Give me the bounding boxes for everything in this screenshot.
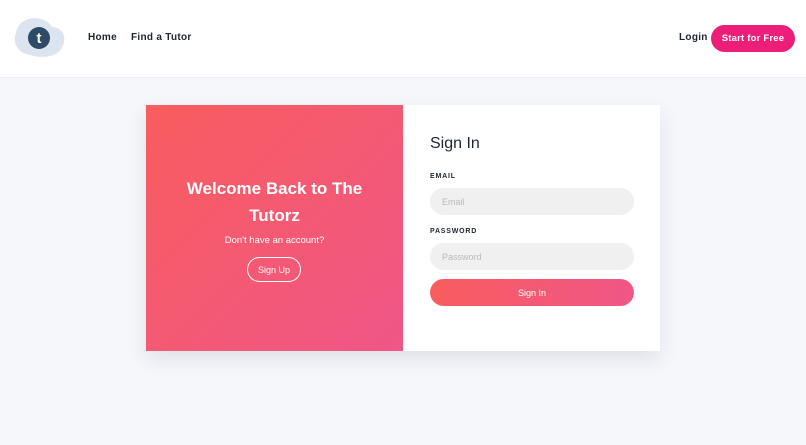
- password-input[interactable]: [430, 243, 634, 270]
- welcome-heading: Welcome Back to The Tutorz: [186, 179, 363, 225]
- nav-home-link[interactable]: Home: [88, 32, 117, 43]
- tutorz-logo[interactable]: t: [14, 17, 66, 57]
- sign-up-button[interactable]: Sign Up: [247, 257, 301, 282]
- no-account-text: Don't have an account?: [224, 235, 325, 246]
- nav-find-tutor-link[interactable]: Find a Tutor: [131, 32, 192, 43]
- logo-icon: t: [14, 18, 65, 57]
- login-link[interactable]: Login: [679, 32, 708, 43]
- sign-in-button[interactable]: Sign In: [430, 279, 634, 306]
- logo-letter: t: [37, 30, 42, 47]
- email-label: EMAIL: [430, 173, 456, 180]
- email-input[interactable]: [430, 188, 634, 215]
- welcome-panel: Welcome Back to The Tutorz Don't have an…: [146, 105, 403, 351]
- start-for-free-button[interactable]: Start for Free: [711, 25, 795, 52]
- auth-card: Welcome Back to The Tutorz Don't have an…: [146, 105, 660, 351]
- main-nav: Home Find a Tutor: [88, 32, 192, 43]
- top-header: t Home Find a Tutor Login Start for Free: [0, 0, 806, 78]
- signin-title: Sign In: [430, 135, 480, 152]
- password-label: PASSWORD: [430, 228, 478, 235]
